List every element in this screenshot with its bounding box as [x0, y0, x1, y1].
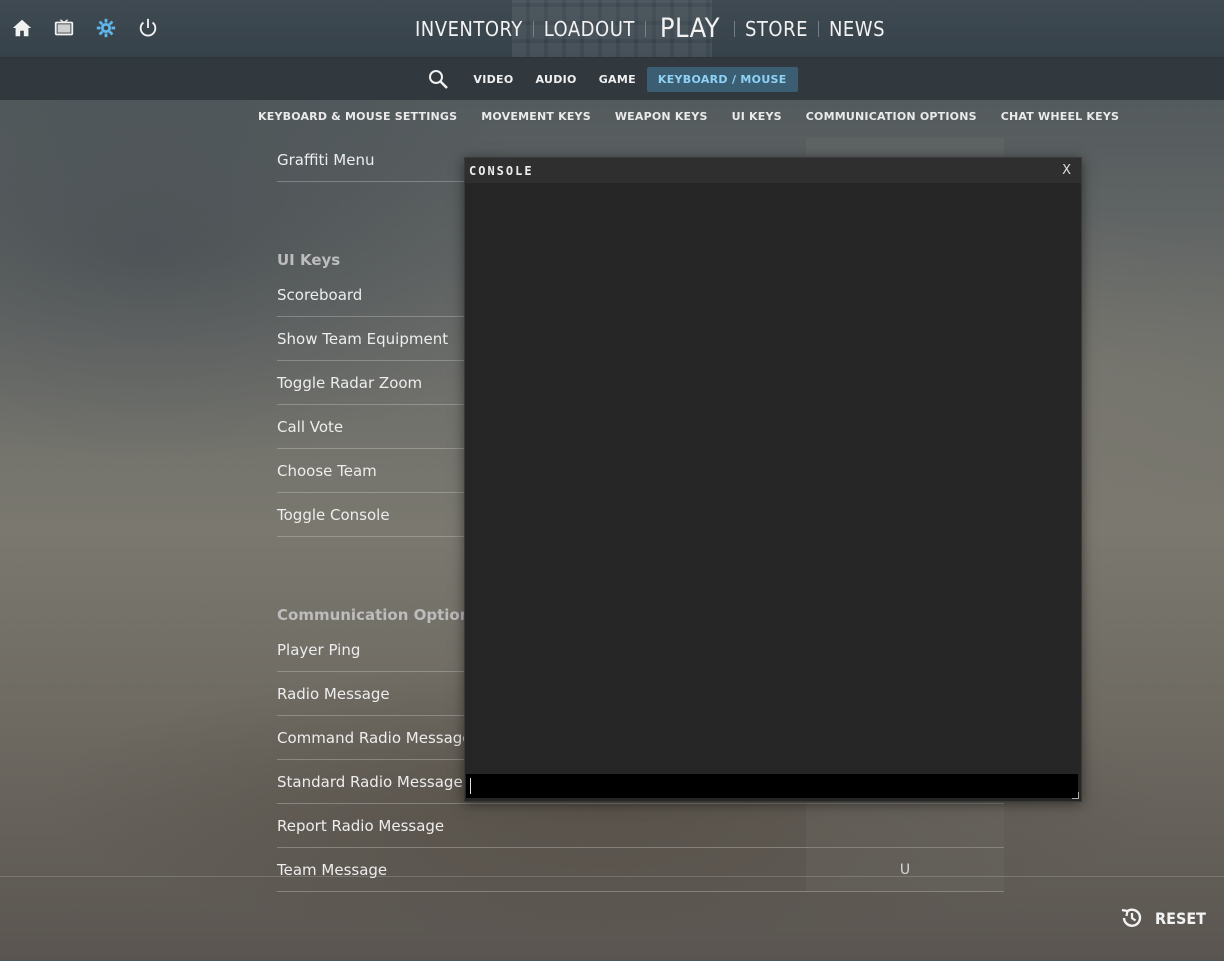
nav-news[interactable]: NEWS	[819, 17, 895, 41]
tab-keyboard-mouse[interactable]: KEYBOARD / MOUSE	[646, 66, 798, 92]
category-ui-keys[interactable]: UI KEYS	[732, 110, 782, 123]
category-nav: KEYBOARD & MOUSE SETTINGS MOVEMENT KEYS …	[258, 110, 1119, 123]
footer-bar: RESET	[0, 876, 1224, 961]
nav-separator	[734, 20, 735, 37]
reset-label: RESET	[1155, 908, 1206, 928]
setting-row-report-radio-message[interactable]: Report Radio Message	[277, 804, 1004, 848]
nav-inventory[interactable]: INVENTORY	[405, 17, 533, 41]
console-input[interactable]	[466, 774, 1078, 798]
home-icon[interactable]	[10, 16, 34, 40]
nav-loadout[interactable]: LOADOUT	[534, 17, 645, 41]
reset-button[interactable]: RESET	[1119, 905, 1206, 931]
category-movement-keys[interactable]: MOVEMENT KEYS	[481, 110, 591, 123]
setting-label: Command Radio Message	[277, 728, 472, 747]
setting-label: Show Team Equipment	[277, 329, 449, 348]
setting-label: Toggle Console	[277, 505, 390, 524]
setting-label: Radio Message	[277, 684, 390, 703]
nav-store[interactable]: STORE	[735, 17, 818, 41]
category-weapon-keys[interactable]: WEAPON KEYS	[615, 110, 708, 123]
tab-game[interactable]: GAME	[588, 67, 647, 92]
setting-label: Call Vote	[277, 417, 344, 436]
tab-audio[interactable]: AUDIO	[525, 67, 588, 92]
settings-tab-bar: VIDEO AUDIO GAME KEYBOARD / MOUSE	[0, 58, 1224, 100]
category-communication-options[interactable]: COMMUNICATION OPTIONS	[806, 110, 977, 123]
nav-play[interactable]: PLAY	[646, 13, 734, 44]
history-icon	[1121, 908, 1142, 927]
nav-separator	[817, 20, 819, 37]
setting-label: Standard Radio Message	[277, 772, 463, 791]
top-icons	[10, 16, 160, 40]
power-icon[interactable]	[136, 16, 160, 40]
console-output	[466, 183, 1078, 773]
category-keyboard-mouse-settings[interactable]: KEYBOARD & MOUSE SETTINGS	[258, 110, 457, 123]
console-window[interactable]: CONSOLE X	[464, 157, 1082, 802]
close-button[interactable]: X	[1056, 163, 1077, 178]
console-titlebar[interactable]: CONSOLE X	[465, 158, 1081, 183]
settings-tabs: VIDEO AUDIO GAME KEYBOARD / MOUSE	[426, 66, 798, 92]
setting-label: Graffiti Menu	[277, 150, 375, 169]
tab-video[interactable]: VIDEO	[462, 67, 524, 92]
setting-label: Player Ping	[277, 640, 361, 659]
main-nav: INVENTORY LOADOUT PLAY STORE NEWS	[405, 0, 895, 57]
nav-separator	[644, 20, 646, 37]
console-title: CONSOLE	[469, 163, 534, 178]
setting-label: Scoreboard	[277, 285, 363, 304]
resize-grip-icon[interactable]	[1072, 792, 1079, 799]
key-binding[interactable]	[806, 804, 1004, 847]
top-bar: INVENTORY LOADOUT PLAY STORE NEWS	[0, 0, 1224, 58]
settings-icon[interactable]	[94, 16, 118, 40]
category-chat-wheel-keys[interactable]: CHAT WHEEL KEYS	[1001, 110, 1119, 123]
search-icon[interactable]	[426, 67, 450, 91]
setting-label: Report Radio Message	[277, 816, 445, 835]
text-caret	[470, 778, 471, 794]
nav-separator	[532, 20, 534, 37]
setting-label: Choose Team	[277, 461, 377, 480]
tv-icon[interactable]	[52, 16, 76, 40]
setting-label: Toggle Radar Zoom	[277, 373, 423, 392]
